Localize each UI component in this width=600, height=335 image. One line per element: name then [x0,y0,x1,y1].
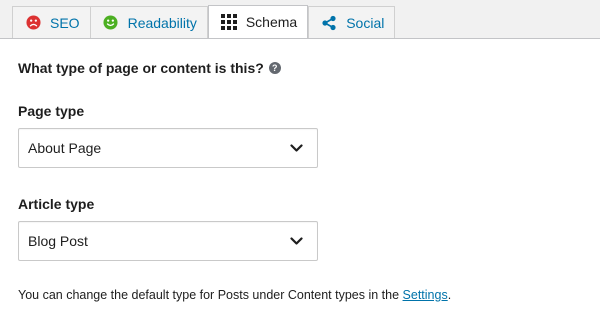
tab-social[interactable]: Social [308,6,396,38]
tab-seo[interactable]: SEO [12,6,91,38]
tab-schema-label: Schema [245,14,298,30]
schema-panel: What type of page or content is this? ? … [0,38,600,335]
smiley-face-icon [103,15,119,31]
frown-face-icon [25,15,41,31]
tab-seo-label: SEO [50,14,80,31]
content-type-question: What type of page or content is this? ? [18,60,281,76]
chevron-down-icon [290,140,303,156]
chevron-down-icon [290,233,303,249]
note-suffix: . [447,288,452,302]
article-type-label: Article type [18,196,95,212]
grid-icon [220,14,237,30]
note-text: You can change the default type for Post… [18,288,403,302]
page-type-value: About Page [28,140,102,156]
tab-readability-label: Readability [127,14,197,31]
tab-readability[interactable]: Readability [90,6,208,38]
page-type-label: Page type [18,103,85,119]
article-type-select[interactable]: Blog Post [18,221,318,261]
question-text: What type of page or content is this? [18,60,264,76]
help-icon[interactable]: ? [268,62,281,74]
tab-bar: SEO Readability Schema Social [12,5,396,38]
article-type-value: Blog Post [28,233,88,249]
page-type-select[interactable]: About Page [18,128,318,168]
tab-schema[interactable]: Schema [207,5,309,38]
share-icon [321,15,337,31]
settings-link[interactable]: Settings [403,288,448,302]
settings-note: You can change the default type for Post… [18,288,451,302]
tab-social-label: Social [346,14,385,31]
